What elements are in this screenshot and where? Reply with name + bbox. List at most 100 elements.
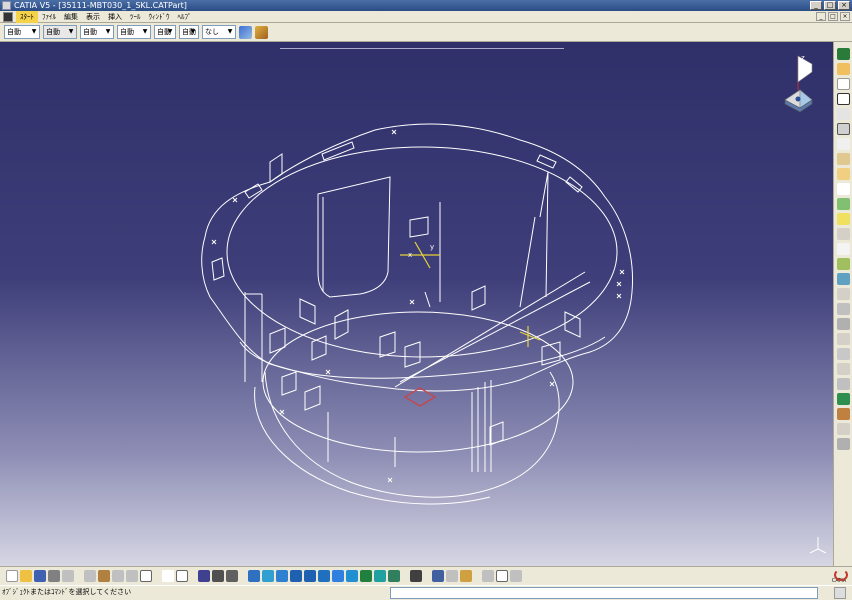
shading-icon[interactable] bbox=[346, 570, 358, 582]
tools-icon[interactable] bbox=[836, 423, 850, 435]
sweep-icon[interactable] bbox=[836, 153, 850, 165]
command-input[interactable] bbox=[390, 587, 818, 599]
axis-icon[interactable] bbox=[510, 570, 522, 582]
iso-view-icon[interactable] bbox=[332, 570, 344, 582]
copy-icon[interactable] bbox=[84, 570, 96, 582]
paste-icon[interactable] bbox=[98, 570, 110, 582]
camera-icon[interactable] bbox=[496, 570, 508, 582]
catalog-icon[interactable] bbox=[836, 333, 850, 345]
fill-color-select[interactable]: 自動 ▼ bbox=[4, 25, 40, 39]
zoom-in-icon[interactable] bbox=[290, 570, 302, 582]
standard-toolbar: CATIA bbox=[0, 566, 852, 585]
menu-view[interactable]: 表示 bbox=[82, 11, 104, 23]
formula-icon[interactable] bbox=[162, 570, 174, 582]
menu-file[interactable]: ﾌｧｲﾙ bbox=[38, 11, 60, 23]
fit-all-icon[interactable] bbox=[248, 570, 260, 582]
analysis-icon[interactable] bbox=[836, 303, 850, 315]
copy-properties-icon[interactable] bbox=[255, 25, 268, 39]
menu-edit[interactable]: 編集 bbox=[60, 11, 82, 23]
zoom-out-icon[interactable] bbox=[304, 570, 316, 582]
doc-minimize-button[interactable]: _ bbox=[816, 12, 826, 21]
menu-help[interactable]: ﾍﾙﾌﾟ bbox=[174, 11, 196, 23]
comment-icon[interactable] bbox=[176, 570, 188, 582]
update-icon[interactable] bbox=[836, 393, 850, 405]
doc-close-button[interactable]: × bbox=[840, 12, 850, 21]
redo-icon[interactable] bbox=[126, 570, 138, 582]
doc-restore-button[interactable]: □ bbox=[828, 12, 838, 21]
3d-viewport[interactable]: x y z bbox=[0, 42, 833, 566]
measure-icon[interactable] bbox=[836, 243, 850, 255]
measure-item-icon[interactable] bbox=[432, 570, 444, 582]
extrude-icon[interactable] bbox=[836, 183, 850, 195]
law-icon[interactable] bbox=[836, 258, 850, 270]
swap-space-icon[interactable] bbox=[374, 570, 386, 582]
light-icon[interactable] bbox=[836, 363, 850, 375]
minimize-button[interactable]: _ bbox=[810, 1, 822, 10]
parameter-icon[interactable] bbox=[836, 273, 850, 285]
sketch-icon[interactable] bbox=[836, 78, 850, 90]
surface-icon[interactable] bbox=[836, 138, 850, 150]
plane-marker-10 bbox=[269, 327, 286, 354]
join-icon[interactable] bbox=[836, 198, 850, 210]
catia-app-icon[interactable] bbox=[2, 1, 11, 10]
fly-icon[interactable] bbox=[226, 570, 238, 582]
menu-tools[interactable]: ﾂｰﾙ bbox=[126, 11, 145, 23]
line-icon[interactable] bbox=[836, 123, 850, 135]
knowledge-icon[interactable] bbox=[836, 318, 850, 330]
plane-icon[interactable] bbox=[836, 93, 850, 105]
layer-select[interactable]: なし ▼ bbox=[202, 25, 236, 39]
orientation-compass[interactable]: z bbox=[784, 54, 813, 113]
menu-insert[interactable]: 挿入 bbox=[104, 11, 126, 23]
hide-show-icon[interactable] bbox=[360, 570, 372, 582]
fill-color-value: 自動 bbox=[7, 28, 21, 36]
maximize-button[interactable]: □ bbox=[824, 1, 836, 10]
close-button[interactable]: × bbox=[838, 1, 850, 10]
multi-view-icon[interactable] bbox=[388, 570, 400, 582]
cut-icon[interactable] bbox=[62, 570, 74, 582]
update-all-icon[interactable] bbox=[836, 408, 850, 420]
fill-icon[interactable] bbox=[836, 168, 850, 180]
line-thickness-select[interactable]: 自動 ▼ bbox=[80, 25, 114, 39]
normal-view-icon[interactable] bbox=[318, 570, 330, 582]
wireframe-geometry[interactable]: x y z bbox=[0, 42, 833, 566]
rotate-icon[interactable] bbox=[276, 570, 288, 582]
paint-brush-icon[interactable] bbox=[239, 25, 252, 39]
mass-icon[interactable] bbox=[446, 570, 458, 582]
x-marker-8 bbox=[549, 381, 555, 387]
undo-icon[interactable] bbox=[112, 570, 124, 582]
document-menu-icon[interactable] bbox=[3, 11, 13, 22]
catalog-icon[interactable] bbox=[212, 570, 224, 582]
line-type-value: 自動 bbox=[120, 28, 134, 36]
material-icon[interactable] bbox=[836, 378, 850, 390]
trim-icon[interactable] bbox=[836, 228, 850, 240]
slot-3 bbox=[244, 183, 263, 199]
menu-window[interactable]: ｳｨﾝﾄﾞｳ bbox=[145, 11, 174, 23]
axis-system-selected bbox=[400, 241, 541, 347]
compass-icon[interactable] bbox=[836, 48, 850, 60]
window-controls: _ □ × bbox=[810, 1, 850, 10]
point-icon[interactable] bbox=[836, 108, 850, 120]
measure-between-icon[interactable] bbox=[410, 570, 422, 582]
render-icon[interactable] bbox=[836, 348, 850, 360]
formula-icon[interactable] bbox=[836, 288, 850, 300]
hide-icon[interactable] bbox=[836, 438, 850, 450]
catia-logo: CATIA bbox=[828, 568, 850, 584]
x-marker-3 bbox=[232, 197, 238, 203]
render-style-select[interactable]: 自動 ▼ bbox=[179, 25, 199, 39]
sketch-analysis-icon[interactable] bbox=[460, 570, 472, 582]
save-icon[interactable] bbox=[34, 570, 46, 582]
open-icon[interactable] bbox=[20, 570, 32, 582]
capture-icon[interactable] bbox=[482, 570, 494, 582]
point-symbol-select[interactable]: 自動 ▼ bbox=[154, 25, 176, 39]
split-icon[interactable] bbox=[836, 213, 850, 225]
transparency-select[interactable]: 自動 ▼ bbox=[43, 25, 77, 39]
menu-start[interactable]: ｽﾀｰﾄ bbox=[16, 10, 38, 23]
print-icon[interactable] bbox=[48, 570, 60, 582]
line-type-select[interactable]: 自動 ▼ bbox=[117, 25, 151, 39]
select-icon[interactable] bbox=[836, 63, 850, 75]
new-icon[interactable] bbox=[6, 570, 18, 582]
pan-icon[interactable] bbox=[262, 570, 274, 582]
table-icon[interactable] bbox=[198, 570, 210, 582]
whats-this-icon[interactable] bbox=[140, 570, 152, 582]
command-enter-icon[interactable] bbox=[834, 587, 846, 599]
